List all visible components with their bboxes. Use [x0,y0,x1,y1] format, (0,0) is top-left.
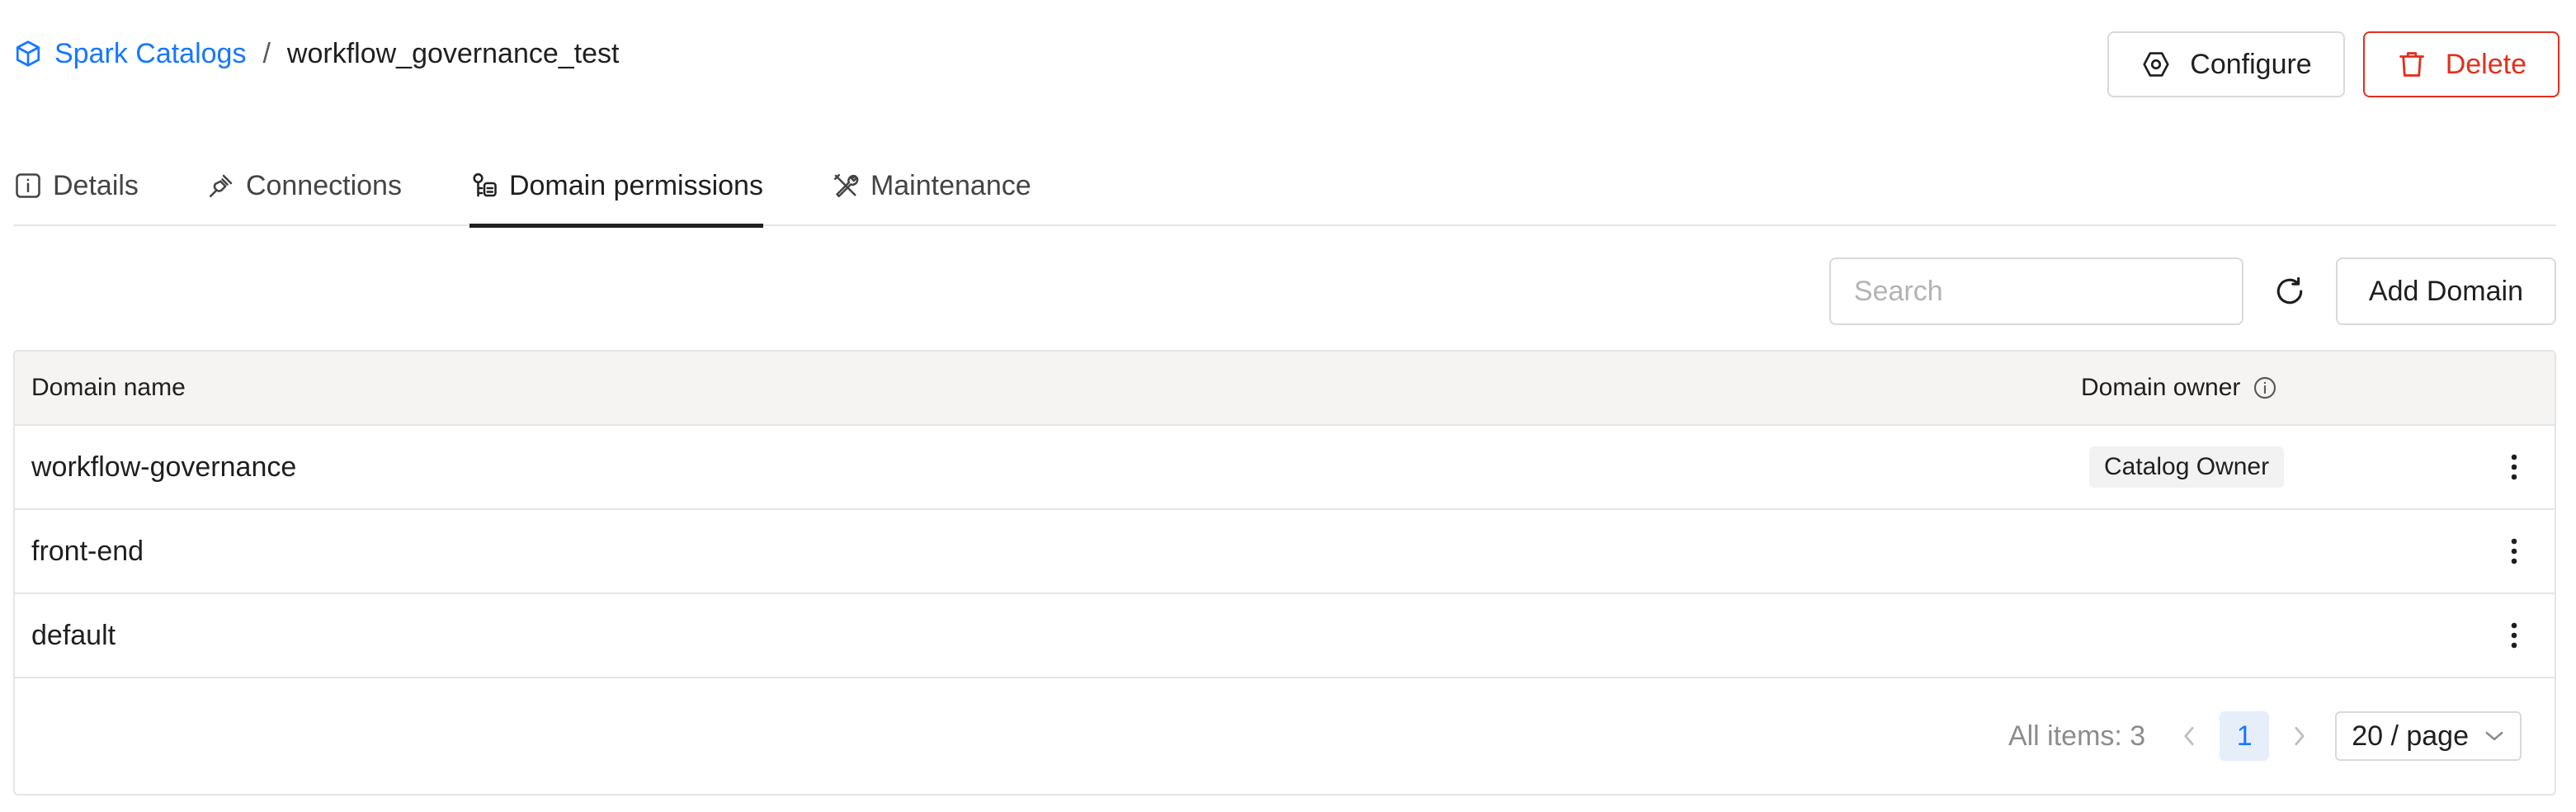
tab-bar: Details Connections Domain permissions M… [13,145,2556,228]
breadcrumb-link-spark-catalogs[interactable]: Spark Catalogs [13,38,246,70]
delete-button[interactable]: Delete [2362,31,2559,97]
row-actions-button[interactable] [2502,446,2526,488]
page-number-button[interactable]: 1 [2220,711,2270,761]
table-row[interactable]: workflow-governance Catalog Owner [15,426,2555,510]
chevron-down-icon [2485,731,2503,741]
info-icon [16,173,40,198]
domain-table: Domain name Domain owner workflow-govern… [13,350,2556,795]
breadcrumb-parent-label: Spark Catalogs [54,37,247,69]
page-size-value: 20 / page [2352,720,2469,752]
configure-label: Configure [2190,48,2312,80]
column-header-label: Domain owner [2081,374,2241,401]
breadcrumb-separator: / [262,37,271,69]
page-size-select[interactable]: 20 / page [2335,711,2522,761]
row-actions-button[interactable] [2502,531,2526,572]
total-items-text: All items: 3 [2007,720,2146,752]
more-vertical-icon [2511,538,2517,564]
domain-name-cell: front-end [31,535,144,567]
column-header-domain-name: Domain name [31,374,186,401]
more-vertical-icon [2511,622,2517,649]
chevron-left-icon [2184,726,2194,746]
refresh-button[interactable] [2267,268,2313,314]
search-input[interactable] [1828,257,2243,325]
configure-button[interactable]: Configure [2107,31,2345,97]
domain-permissions-icon [473,172,497,197]
tab-label: Connections [245,169,402,201]
info-circle-icon[interactable] [2252,375,2278,401]
pagination: All items: 3 1 20 / page [2008,711,2522,761]
more-vertical-icon [2511,454,2517,480]
tab-label: Domain permissions [508,169,763,201]
breadcrumb: Spark Catalogs / workflow_governance_tes… [13,25,619,83]
domain-name-cell: default [31,619,116,651]
add-domain-button[interactable]: Add Domain [2335,257,2556,325]
add-domain-label: Add Domain [2368,275,2523,307]
page-title: workflow_governance_test [286,37,620,69]
table-row[interactable]: front-end [15,510,2555,594]
chevron-right-icon [2295,726,2305,746]
table-toolbar: Add Domain [1828,257,2556,325]
tab-maintenance[interactable]: Maintenance [831,145,1031,226]
prev-page-button[interactable] [2175,722,2203,750]
delete-label: Delete [2445,48,2526,80]
gear-icon [2143,52,2169,77]
row-actions-button[interactable] [2502,615,2526,656]
tab-connections[interactable]: Connections [206,145,402,226]
tab-label: Maintenance [870,169,1031,201]
tools-icon [833,173,859,198]
cube-icon [16,40,40,67]
tab-label: Details [53,169,139,201]
plug-icon [209,174,233,198]
table-row[interactable]: default [15,594,2555,678]
table-header: Domain name Domain owner [15,352,2555,426]
refresh-icon [2276,276,2303,304]
column-header-domain-owner: Domain owner [2081,374,2278,402]
domain-name-cell: workflow-governance [31,451,297,483]
header-actions: Configure Delete [2107,31,2559,97]
tab-details[interactable]: Details [13,145,139,226]
owner-badge: Catalog Owner [2089,446,2285,488]
next-page-button[interactable] [2286,722,2314,750]
tab-domain-permissions[interactable]: Domain permissions [469,145,763,228]
trash-icon [2399,52,2424,77]
